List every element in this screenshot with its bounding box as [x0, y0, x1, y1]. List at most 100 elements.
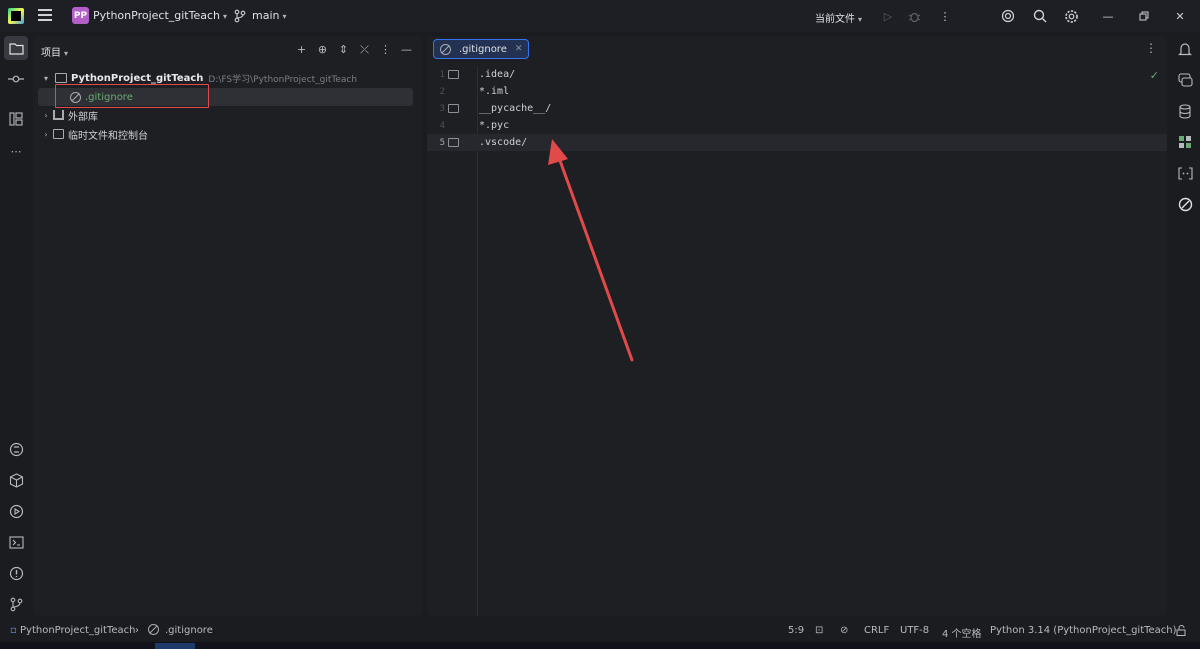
ai-assistant-icon[interactable] [1000, 8, 1016, 24]
tree-item-external-libraries[interactable]: › 外部库 [33, 106, 422, 124]
locate-file-icon[interactable]: ⊕ [315, 42, 330, 57]
settings-gear-icon[interactable] [1063, 8, 1079, 24]
line-text: __pycache__/ [479, 103, 552, 114]
folder-icon [448, 138, 459, 147]
copilot-icon[interactable] [1176, 195, 1194, 213]
code-line[interactable]: 3 __pycache__/ [427, 100, 1167, 117]
chevron-down-icon: ▾ [64, 49, 69, 58]
pycharm-logo-icon [8, 8, 24, 24]
structure-tool-icon[interactable] [7, 110, 25, 128]
line-number: 4 [439, 120, 445, 131]
tree-item-label: 临时文件和控制台 [68, 130, 148, 142]
project-tool-icon[interactable] [4, 36, 28, 60]
code-line[interactable]: 1 .idea/ [427, 66, 1167, 83]
collapse-arrow-icon[interactable]: › [41, 111, 51, 120]
python-interpreter[interactable]: Python 3.14 (PythonProject_gitTeach) [990, 625, 1177, 636]
code-with-me-icon[interactable] [1176, 164, 1194, 182]
line-number: 1 [439, 69, 445, 80]
panel-options-icon[interactable]: ⋮ [378, 42, 393, 57]
line-separator[interactable]: CRLF [864, 625, 889, 636]
git-tool-icon[interactable] [7, 595, 25, 613]
run-config-selector[interactable]: 当前文件 ▾ [815, 10, 862, 25]
branch-switcher[interactable]: main ▾ [252, 9, 287, 22]
more-tools-icon[interactable]: ⋯ [7, 142, 25, 160]
close-window-icon[interactable]: ✕ [1172, 8, 1188, 24]
project-switcher[interactable]: PythonProject_gitTeach ▾ [93, 9, 227, 22]
restore-window-icon[interactable] [1136, 8, 1152, 24]
editor-options-icon[interactable]: ⋮ [1145, 41, 1157, 55]
tree-item-label: 外部库 [68, 111, 98, 123]
python-packages-icon[interactable] [7, 471, 25, 489]
annotation-highlight-box [55, 84, 209, 108]
indent-setting[interactable]: 4 个空格 [942, 625, 982, 640]
project-panel-toolbar: + ⊕ ⇕ ⤫ ⋮ — [294, 42, 414, 57]
scratches-icon [53, 129, 64, 139]
left-tool-strip: ⋯ [0, 32, 32, 620]
minimize-window-icon[interactable]: — [1100, 8, 1116, 24]
copilot-status-icon[interactable]: ⊘ [840, 625, 848, 636]
lock-icon[interactable] [1176, 625, 1187, 639]
folder-icon [448, 70, 459, 79]
library-icon [53, 110, 64, 120]
terminal-icon[interactable] [7, 533, 25, 551]
code-line[interactable]: 4 *.pyc [427, 117, 1167, 134]
python-console-icon[interactable] [7, 440, 25, 458]
module-icon: ▫ [10, 625, 17, 636]
notifications-icon[interactable] [1176, 40, 1194, 58]
breadcrumb-separator-icon: › [135, 625, 139, 636]
caret-position[interactable]: 5:9 [788, 625, 804, 636]
breadcrumb-project[interactable]: PythonProject_gitTeach [20, 625, 135, 636]
project-panel: 项目 ▾ + ⊕ ⇕ ⤫ ⋮ — ▾ PythonProject_gitTeach… [33, 36, 422, 616]
line-number: 5 [439, 137, 445, 148]
breadcrumb-file[interactable]: .gitignore [165, 625, 213, 636]
run-icon[interactable]: ▷ [880, 8, 896, 24]
tab-label: .gitignore [459, 43, 507, 55]
commit-tool-icon[interactable] [7, 70, 25, 88]
expand-all-icon[interactable]: ⇕ [336, 42, 351, 57]
line-number: 3 [439, 103, 445, 114]
code-line[interactable]: 2 *.iml [427, 83, 1167, 100]
more-actions-icon[interactable]: ⋮ [937, 8, 953, 24]
editor-tab-gitignore[interactable]: .gitignore ✕ [433, 39, 530, 59]
right-tool-strip [1170, 32, 1200, 620]
project-badge[interactable]: PP [72, 7, 89, 24]
folder-icon [448, 104, 459, 113]
project-panel-title: 项目 [41, 48, 61, 59]
main-menu-icon[interactable] [38, 9, 52, 21]
line-text: *.iml [479, 86, 510, 97]
file-encoding[interactable]: UTF-8 [900, 625, 929, 636]
chevron-down-icon: ▾ [858, 15, 863, 24]
collapse-all-icon[interactable]: ⤫ [357, 42, 372, 57]
branch-name: main [252, 9, 280, 22]
breadcrumb-file-icon [148, 624, 163, 638]
root-project-name: PythonProject_gitTeach [71, 72, 204, 84]
project-view-selector[interactable]: 项目 ▾ [41, 44, 68, 59]
chevron-down-icon: ▾ [282, 12, 287, 21]
code-line-current[interactable]: 5 .vscode/ [427, 134, 1167, 151]
chevron-down-icon: ▾ [223, 12, 228, 21]
services-icon[interactable] [7, 502, 25, 520]
search-icon[interactable] [1032, 8, 1048, 24]
plugin-icon[interactable] [1176, 133, 1194, 151]
expand-arrow-icon[interactable]: ▾ [41, 74, 51, 83]
line-text: .vscode/ [479, 137, 528, 148]
hide-panel-icon[interactable]: — [399, 42, 414, 57]
folder-icon [55, 73, 67, 83]
run-config-label: 当前文件 [815, 14, 855, 25]
ai-chat-icon[interactable] [1176, 71, 1194, 89]
root-project-path: D:\FS学习\PythonProject_gitTeach [208, 74, 358, 85]
collapse-arrow-icon[interactable]: › [41, 130, 51, 139]
problems-icon[interactable] [7, 564, 25, 582]
database-icon[interactable] [1176, 102, 1194, 120]
ai-completion-icon[interactable]: ⊡ [815, 625, 823, 636]
tree-item-scratches[interactable]: › 临时文件和控制台 [33, 125, 422, 143]
close-tab-icon[interactable]: ✕ [515, 44, 523, 54]
debug-icon[interactable] [906, 8, 922, 24]
git-branch-icon [234, 9, 246, 23]
gitignore-file-icon [440, 43, 451, 55]
new-file-icon[interactable]: + [294, 42, 309, 57]
line-number: 2 [439, 86, 445, 97]
editor-panel: .gitignore ✕ ⋮ ✓ 1 .idea/ 2 *.iml 3 __py… [427, 36, 1167, 616]
line-text: .idea/ [479, 69, 516, 80]
project-name: PythonProject_gitTeach [93, 9, 220, 22]
